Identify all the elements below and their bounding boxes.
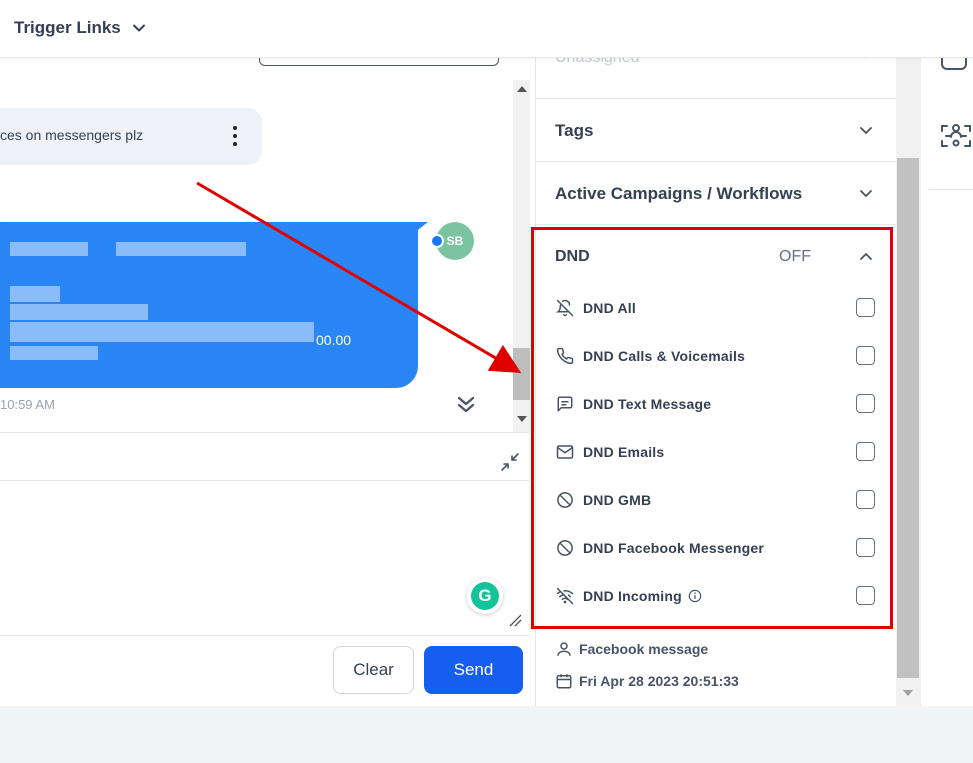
- dnd-facebook-row[interactable]: DND Facebook Messenger: [555, 536, 876, 560]
- dnd-emails-row[interactable]: DND Emails: [555, 440, 876, 464]
- chevron-down-icon[interactable]: [858, 185, 874, 201]
- right-icon-bar: [920, 48, 973, 706]
- messenger-icon: [430, 234, 444, 248]
- phone-icon: [555, 347, 574, 366]
- grammarly-icon[interactable]: G: [467, 578, 503, 614]
- incoming-message-text: ces on messengers plz: [0, 127, 144, 143]
- wifi-off-icon: [555, 587, 574, 606]
- message-amount: 00.00: [316, 332, 352, 348]
- clear-button[interactable]: Clear: [333, 646, 414, 694]
- dnd-calls-checkbox[interactable]: [856, 346, 875, 365]
- message-options-icon[interactable]: [228, 126, 242, 146]
- dnd-gmb-checkbox[interactable]: [856, 490, 875, 509]
- dnd-option-label: DND Text Message: [583, 396, 712, 412]
- dnd-option-label: DND Facebook Messenger: [583, 540, 765, 556]
- dnd-section-title[interactable]: DND: [555, 248, 590, 266]
- dnd-option-label: DND Incoming: [583, 588, 682, 604]
- assigned-user-select[interactable]: Unassigned: [555, 58, 640, 67]
- dnd-incoming-checkbox[interactable]: [856, 586, 875, 605]
- tags-section-title[interactable]: Tags: [555, 121, 593, 141]
- calendar-icon: [556, 674, 572, 689]
- details-scrollbar-thumb[interactable]: [897, 158, 919, 678]
- dnd-text-checkbox[interactable]: [856, 394, 875, 413]
- conversation-panel: ces on messengers plz 00.00 SB 10:59 AM …: [0, 52, 536, 706]
- trigger-links-label: Trigger Links: [14, 18, 121, 37]
- dnd-option-label: DND GMB: [583, 492, 652, 508]
- dnd-facebook-checkbox[interactable]: [856, 538, 875, 557]
- info-icon[interactable]: [688, 589, 702, 603]
- user-icon: [557, 642, 571, 656]
- bell-off-icon: [555, 299, 574, 318]
- dnd-all-checkbox[interactable]: [856, 298, 875, 317]
- incoming-message: ces on messengers plz: [0, 108, 262, 165]
- dnd-all-row[interactable]: DND All: [555, 296, 876, 320]
- dnd-option-label: DND Emails: [583, 444, 665, 460]
- chevron-up-icon[interactable]: [858, 249, 874, 265]
- created-date: Fri Apr 28 2023 20:51:33: [579, 673, 739, 689]
- source-label: Facebook message: [579, 641, 709, 657]
- contact-details-panel: Unassigned Tags Active Campaigns / Workf…: [536, 58, 896, 706]
- bubble-tail: [400, 222, 428, 244]
- dnd-calls-row[interactable]: DND Calls & Voicemails: [555, 344, 876, 368]
- top-bar: Trigger Links: [0, 0, 973, 58]
- chevron-down-icon: [132, 24, 145, 32]
- dnd-option-label: DND Calls & Voicemails: [583, 348, 746, 364]
- scroll-to-bottom-icon[interactable]: [446, 393, 486, 417]
- details-scrollbar[interactable]: [896, 58, 920, 706]
- network-icon[interactable]: [940, 122, 972, 150]
- trigger-links-menu[interactable]: Trigger Links: [14, 18, 147, 38]
- collapse-icon[interactable]: [500, 452, 520, 472]
- chevron-down-icon: [864, 58, 866, 59]
- ban-icon: [555, 491, 574, 510]
- dnd-gmb-row[interactable]: DND GMB: [555, 488, 876, 512]
- send-button[interactable]: Send: [424, 646, 523, 694]
- message-timestamp: 10:59 AM: [0, 397, 55, 412]
- source-info: Facebook message: [555, 640, 708, 658]
- chevron-down-icon[interactable]: [858, 122, 874, 138]
- campaigns-section-title[interactable]: Active Campaigns / Workflows: [555, 184, 802, 204]
- resize-handle-icon[interactable]: [508, 613, 522, 627]
- outgoing-message: 00.00: [0, 222, 418, 388]
- mail-icon: [555, 443, 574, 462]
- dnd-status: OFF: [779, 248, 811, 265]
- dnd-incoming-row[interactable]: DND Incoming: [555, 584, 876, 608]
- dnd-text-row[interactable]: DND Text Message: [555, 392, 876, 416]
- message-square-icon: [555, 395, 574, 414]
- chat-scrollbar-thumb[interactable]: [513, 348, 530, 400]
- chat-scrollbar[interactable]: [513, 80, 530, 432]
- message-input[interactable]: [0, 481, 530, 635]
- created-date-info: Fri Apr 28 2023 20:51:33: [555, 672, 739, 690]
- dnd-emails-checkbox[interactable]: [856, 442, 875, 461]
- ban-icon: [555, 539, 574, 558]
- dnd-option-label: DND All: [583, 300, 636, 316]
